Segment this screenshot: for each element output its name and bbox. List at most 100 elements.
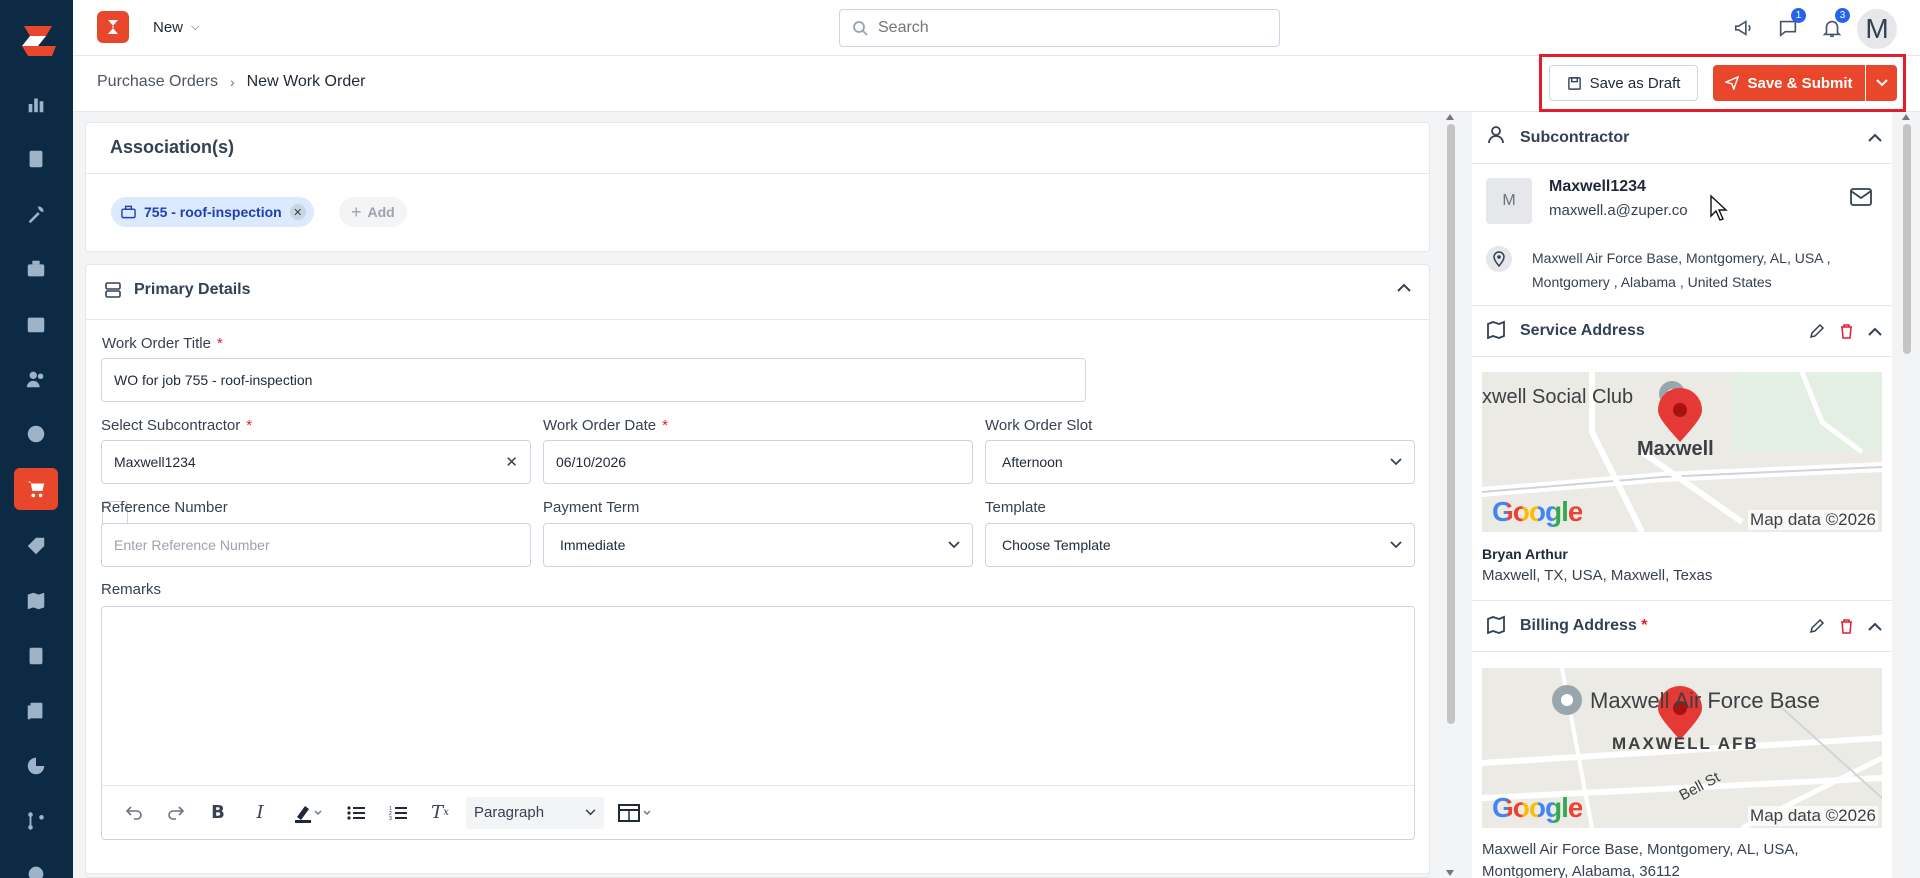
map-icon[interactable] [20,585,52,617]
italic-icon[interactable]: I [244,797,276,829]
calculator-icon[interactable] [20,640,52,672]
chevron-down-icon [1875,79,1888,87]
work-order-date-input[interactable]: 06/10/2026 [543,440,973,484]
edit-pencil-icon[interactable] [1809,618,1825,634]
delete-trash-icon[interactable] [1839,618,1854,634]
add-association-button[interactable]: + Add [339,197,407,227]
work-order-slot-select[interactable]: Afternoon [985,440,1415,484]
billing-address-section-header[interactable]: Billing Address * [1472,600,1892,652]
save-and-submit-label: Save & Submit [1747,74,1853,92]
associations-card: Association(s) 755 - roof-inspection ✕ +… [85,122,1430,252]
tools-icon[interactable] [20,198,52,230]
reports-pie-icon[interactable] [20,750,52,782]
bold-icon[interactable]: B [202,797,234,829]
notifications-bell-icon[interactable]: 3 [1818,8,1850,42]
app-switcher-icon[interactable] [97,11,129,43]
payment-term-select[interactable]: Immediate [543,523,973,567]
reference-number-input[interactable]: Enter Reference Number [101,523,531,567]
reference-number-placeholder: Enter Reference Number [114,537,270,553]
chevron-up-icon[interactable] [1868,622,1882,631]
announcements-megaphone-icon[interactable] [1730,14,1758,42]
billing-address-text: Maxwell Air Force Base, Montgomery, AL, … [1482,841,1799,858]
workflow-icon[interactable] [20,805,52,837]
work-order-date-value: 06/10/2026 [556,454,627,470]
chevron-right-icon: › [229,74,235,90]
edit-pencil-icon[interactable] [1809,323,1825,339]
subcontractor-select[interactable]: Maxwell1234 ✕ [101,440,531,484]
global-search[interactable] [839,9,1280,47]
chevron-up-icon[interactable] [1397,283,1411,292]
map-label-maxwell: Maxwell [1637,438,1714,460]
timesheet-clock-icon[interactable] [20,418,52,450]
subcontractor-email[interactable]: maxwell.a@zuper.co [1549,202,1688,219]
subcontractor-section-header[interactable]: Subcontractor [1472,112,1892,164]
map-label-air-force-base: Maxwell Air Force Base [1590,688,1820,713]
details-side-panel: Subcontractor M Maxwell1234 maxwell.a@zu… [1472,112,1892,878]
documents-icon[interactable] [20,695,52,727]
clear-formatting-icon[interactable]: Tx [424,797,456,829]
primary-details-header[interactable]: Primary Details [104,281,251,299]
remarks-editor[interactable]: B I 123 Tx Paragraph [101,606,1415,840]
breadcrumb-purchase-orders-link[interactable]: Purchase Orders [97,73,218,91]
work-order-slot-label: Work Order Slot [985,417,1093,434]
chevron-up-icon[interactable] [1868,327,1882,336]
chevron-down-icon: ⌵ [191,21,200,33]
search-input[interactable] [878,19,1258,37]
chevron-up-icon[interactable] [1868,133,1882,142]
subcontractor-name: Maxwell1234 [1549,178,1646,195]
notifications-count-badge: 3 [1835,8,1850,23]
association-chip[interactable]: 755 - roof-inspection ✕ [111,197,314,227]
zuper-logo-icon[interactable] [16,20,58,62]
search-icon [853,21,868,36]
work-order-title-label: Work Order Title * [102,335,223,352]
google-logo: Google [1492,792,1583,823]
paragraph-style-select[interactable]: Paragraph [466,796,604,829]
server-stack-icon [105,282,121,298]
calendar-icon[interactable] [20,308,52,340]
customers-icon[interactable] [20,363,52,395]
side-panel-scrollbar[interactable] [1900,112,1912,878]
submit-options-dropdown[interactable] [1866,65,1897,101]
template-select[interactable]: Choose Template [985,523,1415,567]
service-address-section-header[interactable]: Service Address [1472,305,1892,357]
chevron-down-icon [948,541,960,549]
bullet-list-icon[interactable] [340,797,372,829]
jobs-icon[interactable] [20,143,52,175]
associations-title: Association(s) [110,137,235,157]
service-address-map[interactable]: xwell Social Club Maxwell Google Map dat… [1482,372,1882,532]
table-icon[interactable] [614,797,658,829]
service-address-text: Maxwell, TX, USA, Maxwell, Texas [1482,567,1713,584]
mouse-cursor-icon [1710,194,1728,221]
clear-icon[interactable]: ✕ [505,453,518,471]
chat-icon[interactable]: 1 [1774,8,1806,42]
highlight-color-icon[interactable] [286,797,330,829]
billing-address-map[interactable]: Maxwell Air Force Base MAXWELL AFB Bell … [1482,668,1882,828]
save-and-submit-button[interactable]: Save & Submit [1713,65,1865,101]
breadcrumb: Purchase Orders › New Work Order [97,73,365,91]
settings-gear-icon[interactable] [20,858,52,878]
location-pin-icon [1486,246,1512,272]
dashboard-icon[interactable] [20,88,52,120]
user-avatar-initial: M [1865,13,1889,44]
tag-icon[interactable] [20,530,52,562]
chevron-down-icon [585,809,596,816]
remove-association-icon[interactable]: ✕ [289,204,306,220]
delete-trash-icon[interactable] [1839,323,1854,339]
redo-icon[interactable] [160,797,192,829]
floppy-disk-icon [1567,76,1581,90]
purchase-orders-cart-icon[interactable] [14,468,58,510]
main-scrollbar[interactable] [1444,112,1456,878]
work-order-title-input[interactable]: WO for job 755 - roof-inspection [101,358,1086,402]
template-label: Template [985,499,1046,516]
service-contact-name: Bryan Arthur [1482,546,1568,562]
briefcase-icon[interactable] [20,253,52,285]
numbered-list-icon[interactable]: 123 [382,797,414,829]
save-as-draft-button[interactable]: Save as Draft [1549,65,1698,101]
mail-icon[interactable] [1850,188,1872,206]
undo-icon[interactable] [118,797,150,829]
user-avatar[interactable]: M [1857,9,1897,49]
new-menu-button[interactable]: New ⌵ [153,19,199,36]
map-label-maxwell-afb: MAXWELL AFB [1612,734,1759,753]
subcontractor-address: Maxwell Air Force Base, Montgomery, AL, … [1532,246,1882,294]
page-header: Purchase Orders › New Work Order Save as… [73,54,1920,112]
